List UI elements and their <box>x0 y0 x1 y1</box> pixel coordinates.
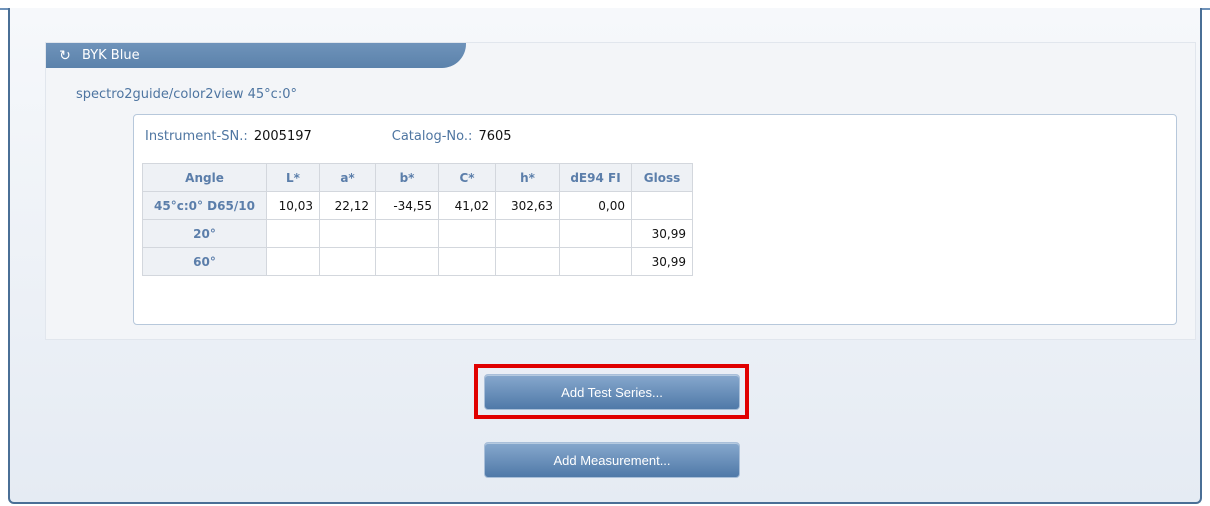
main-frame: ↻ BYK Blue spectro2guide/color2view 45°c… <box>8 8 1202 504</box>
header-l: L* <box>266 163 320 192</box>
instrument-sn-value: 2005197 <box>253 129 312 144</box>
cell-gloss <box>631 191 693 220</box>
cell-c <box>438 247 496 276</box>
cell-b <box>375 247 439 276</box>
instrument-sn: Instrument-SN.: 2005197 <box>145 129 312 144</box>
cell-h: 302,63 <box>495 191 560 220</box>
table-header-row: Angle L* a* b* C* h* dE94 FI Gloss <box>142 163 693 192</box>
measurement-card: Instrument-SN.: 2005197 Catalog-No.: 760… <box>133 114 1177 325</box>
instrument-meta: Instrument-SN.: 2005197 Catalog-No.: 760… <box>145 129 512 144</box>
cell-a: 22,12 <box>319 191 376 220</box>
refresh-icon: ↻ <box>59 47 71 64</box>
cell-a <box>319 219 376 248</box>
panel-title: BYK Blue <box>82 48 140 63</box>
table-row: 20° 30,99 <box>142 219 693 248</box>
cell-l <box>266 247 320 276</box>
cell-h <box>495 219 560 248</box>
cell-c <box>438 219 496 248</box>
sample-panel: ↻ BYK Blue spectro2guide/color2view 45°c… <box>45 42 1196 340</box>
cell-de94 <box>559 247 632 276</box>
cell-de94: 0,00 <box>559 191 632 220</box>
table-row: 60° 30,99 <box>142 247 693 276</box>
cell-b <box>375 219 439 248</box>
measurement-table: Angle L* a* b* C* h* dE94 FI Gloss 45°c:… <box>142 163 693 276</box>
cell-l: 10,03 <box>266 191 320 220</box>
add-test-series-button[interactable]: Add Test Series... <box>484 374 740 410</box>
cell-gloss: 30,99 <box>631 219 693 248</box>
header-angle: Angle <box>142 163 267 192</box>
row-angle: 60° <box>142 247 267 276</box>
header-c: C* <box>438 163 496 192</box>
header-gloss: Gloss <box>631 163 693 192</box>
catalog-no: Catalog-No.: 7605 <box>392 129 512 144</box>
add-measurement-button[interactable]: Add Measurement... <box>484 442 740 478</box>
row-angle: 45°c:0° D65/10 <box>142 191 267 220</box>
panel-title-tab: ↻ BYK Blue <box>46 43 466 68</box>
cell-c: 41,02 <box>438 191 496 220</box>
panel-subtitle: spectro2guide/color2view 45°c:0° <box>76 87 297 102</box>
header-h: h* <box>495 163 560 192</box>
catalog-no-label: Catalog-No.: <box>391 129 473 144</box>
cell-a <box>319 247 376 276</box>
instrument-sn-label: Instrument-SN.: <box>145 129 248 144</box>
cell-h <box>495 247 560 276</box>
header-de94: dE94 FI <box>559 163 632 192</box>
row-angle: 20° <box>142 219 267 248</box>
header-a: a* <box>319 163 376 192</box>
header-b: b* <box>375 163 439 192</box>
cell-de94 <box>559 219 632 248</box>
cell-gloss: 30,99 <box>631 247 693 276</box>
cell-l <box>266 219 320 248</box>
table-row: 45°c:0° D65/10 10,03 22,12 -34,55 41,02 … <box>142 191 693 220</box>
catalog-no-value: 7605 <box>478 129 512 144</box>
cell-b: -34,55 <box>375 191 439 220</box>
